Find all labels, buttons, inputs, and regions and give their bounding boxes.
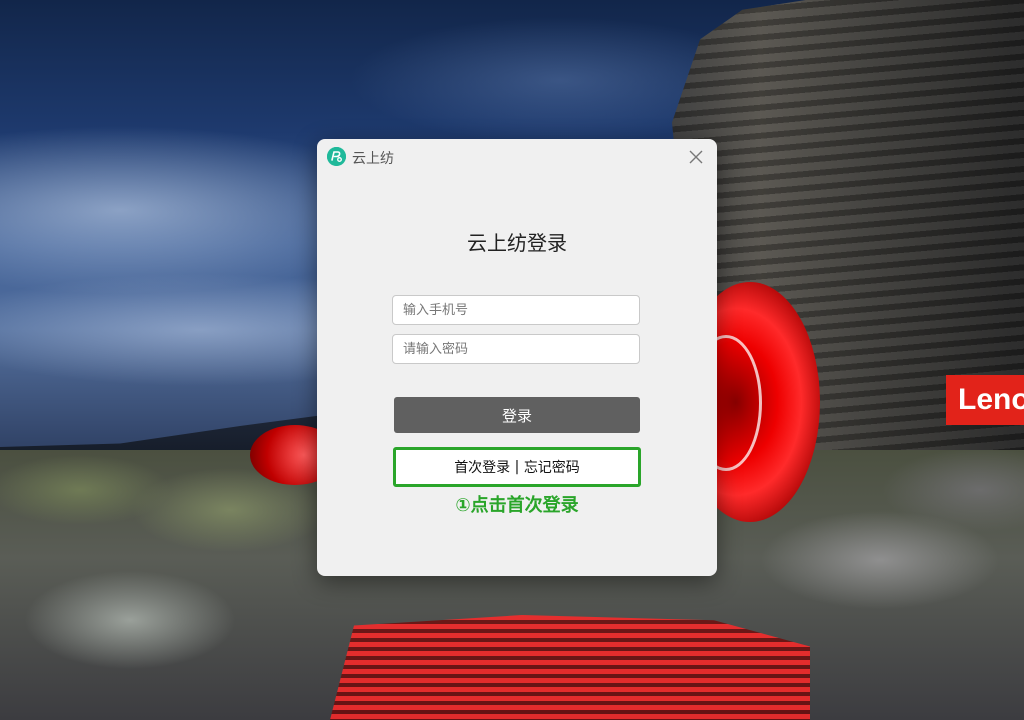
title-bar: 云上纺 <box>317 139 717 176</box>
lenovo-brand-logo: Lenovo <box>946 375 1024 425</box>
phone-input[interactable] <box>392 295 640 325</box>
app-logo-glyph <box>327 147 346 166</box>
password-input[interactable] <box>392 334 640 364</box>
forgot-password-link[interactable]: 忘记密码 <box>524 457 580 477</box>
red-reflection-pool <box>330 615 810 720</box>
login-dialog: 云上纺 云上纺登录 登录 首次登录 | 忘记密码 ①点击首次登录 <box>317 139 717 576</box>
instruction-annotation: ①点击首次登录 <box>455 495 579 516</box>
first-login-link[interactable]: 首次登录 <box>454 457 510 477</box>
close-icon <box>689 150 703 164</box>
login-heading: 云上纺登录 <box>467 231 567 255</box>
window-title: 云上纺 <box>352 151 394 167</box>
login-button[interactable]: 登录 <box>394 397 640 433</box>
app-logo-icon <box>327 147 346 166</box>
first-login-forgot-password-button[interactable]: 首次登录 | 忘记密码 <box>393 447 641 487</box>
link-separator: | <box>510 459 524 475</box>
close-button[interactable] <box>683 145 709 169</box>
